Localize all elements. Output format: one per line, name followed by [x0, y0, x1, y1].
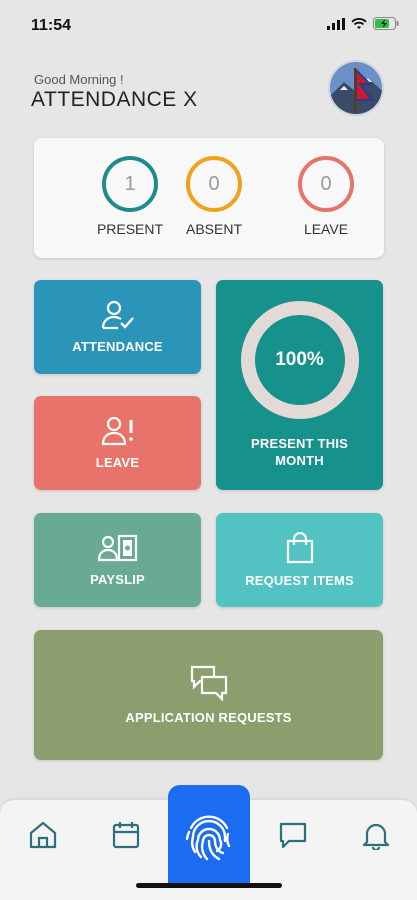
wifi-icon	[351, 17, 367, 29]
home-icon[interactable]	[28, 820, 58, 850]
attendance-tile[interactable]: ATTENDANCE	[34, 280, 201, 374]
payslip-icon	[97, 534, 137, 561]
battery-charging-icon	[373, 17, 399, 30]
present-this-month-label: PRESENT THIS MONTH	[250, 436, 349, 468]
avatar[interactable]	[328, 60, 384, 116]
leave-tile[interactable]: LEAVE	[34, 396, 201, 490]
monthly-progress-ring: 100%	[240, 301, 359, 419]
user-check-icon	[101, 300, 134, 329]
request-items-tile[interactable]: REQUEST ITEMS	[216, 513, 383, 607]
payslip-tile[interactable]: PAYSLIP	[34, 513, 201, 607]
home-indicator	[136, 883, 282, 888]
greeting-text: Good Morning !	[34, 72, 124, 87]
payslip-label: PAYSLIP	[90, 571, 145, 587]
present-this-month-tile[interactable]: 100% PRESENT THIS MONTH	[216, 280, 383, 490]
stat-present: 1 PRESENT	[85, 156, 175, 237]
avatar-image	[330, 62, 382, 114]
bell-icon[interactable]	[361, 820, 391, 850]
attendance-label: ATTENDANCE	[72, 338, 163, 354]
fingerprint-icon	[185, 815, 231, 860]
attendance-summary-card: 1 PRESENT 0 ABSENT 0 LEAVE	[34, 138, 384, 258]
stat-leave: 0 LEAVE	[281, 156, 371, 237]
application-requests-tile[interactable]: APPLICATION REQUESTS	[34, 630, 383, 760]
user-alert-icon	[101, 416, 133, 445]
chat-bubbles-icon	[190, 665, 227, 701]
status-time: 11:54	[31, 17, 72, 34]
chat-icon[interactable]	[278, 820, 308, 850]
application-requests-label: APPLICATION REQUESTS	[125, 709, 292, 725]
shopping-bag-icon	[286, 531, 313, 563]
app-title: ATTENDANCE X	[31, 88, 198, 111]
present-ring: 1	[102, 156, 158, 212]
status-bar: 11:54	[0, 0, 417, 50]
stat-leave-label: LEAVE	[303, 221, 349, 237]
leave-label: LEAVE	[95, 454, 140, 470]
request-items-label: REQUEST ITEMS	[245, 572, 354, 588]
monthly-percentage: 100%	[275, 349, 324, 370]
stat-absent-label: ABSENT	[185, 221, 242, 237]
calendar-icon[interactable]	[111, 820, 141, 850]
absent-ring: 0	[186, 156, 242, 212]
leave-ring: 0	[298, 156, 354, 212]
fingerprint-button[interactable]	[168, 785, 250, 888]
status-icons	[327, 17, 399, 30]
stat-absent: 0 ABSENT	[169, 156, 259, 237]
signal-icon	[327, 17, 345, 30]
stat-present-label: PRESENT	[96, 221, 164, 237]
